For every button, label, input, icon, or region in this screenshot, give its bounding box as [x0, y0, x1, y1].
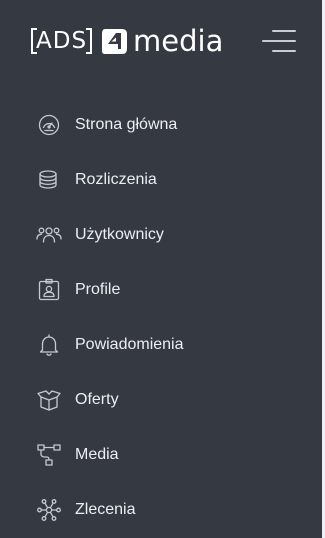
open-box-icon	[36, 387, 62, 413]
nav-item-uzytkownicy[interactable]: Użytkownicy	[0, 207, 322, 262]
bell-icon	[36, 332, 62, 358]
hamburger-line	[262, 40, 296, 42]
logo-four-icon	[102, 28, 128, 54]
nav-label: Zlecenia	[75, 500, 136, 518]
id-badge-icon	[36, 277, 62, 303]
coins-stack-icon	[36, 167, 62, 193]
logo-ads-text: ADS	[31, 27, 93, 55]
flowchart-icon	[36, 442, 62, 468]
nav-item-profile[interactable]: Profile	[0, 262, 322, 317]
nav-label: Użytkownicy	[75, 225, 164, 243]
nav-item-media[interactable]: Media	[0, 427, 322, 482]
nav-label: Profile	[75, 280, 121, 298]
nav-label: Oferty	[75, 390, 119, 408]
nav-label: Rozliczenia	[75, 170, 157, 188]
nav-item-rozliczenia[interactable]: Rozliczenia	[0, 152, 322, 207]
dashboard-gauge-icon	[36, 112, 62, 138]
hamburger-line	[272, 50, 296, 52]
nav-item-zlecenia[interactable]: Zlecenia	[0, 482, 322, 537]
nav-label: Media	[75, 445, 119, 463]
nav-item-oferty[interactable]: Oferty	[0, 372, 322, 427]
sidebar: ADS media Strona główna Rozliczenia Użyt…	[0, 0, 322, 538]
menu-toggle-button[interactable]	[260, 26, 296, 56]
hamburger-line	[272, 30, 296, 32]
brand-logo[interactable]: ADS media	[31, 23, 223, 59]
network-nodes-icon	[36, 497, 62, 523]
users-group-icon	[36, 222, 62, 248]
logo-media-text: media	[133, 24, 224, 58]
nav-item-strona-glowna[interactable]: Strona główna	[0, 97, 322, 152]
nav-label: Strona główna	[75, 115, 178, 133]
nav-item-powiadomienia[interactable]: Powiadomienia	[0, 317, 322, 372]
main-navigation: Strona główna Rozliczenia Użytkownicy Pr…	[0, 97, 322, 537]
nav-label: Powiadomienia	[75, 335, 184, 353]
